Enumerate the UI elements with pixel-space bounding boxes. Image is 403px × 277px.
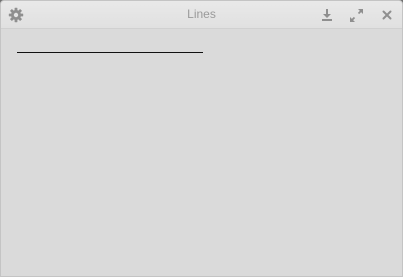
close-button[interactable] bbox=[378, 6, 396, 24]
lines-window: Lines bbox=[0, 0, 403, 277]
line bbox=[17, 52, 203, 53]
expand-button[interactable] bbox=[347, 6, 365, 24]
canvas-area[interactable] bbox=[1, 29, 402, 276]
gear-icon bbox=[8, 7, 24, 23]
close-icon bbox=[381, 9, 393, 21]
window-title: Lines bbox=[187, 7, 216, 21]
expand-icon bbox=[349, 8, 364, 23]
download-button[interactable] bbox=[318, 6, 336, 24]
title-bar[interactable]: Lines bbox=[1, 1, 402, 29]
settings-button[interactable] bbox=[7, 6, 25, 24]
download-icon bbox=[320, 8, 334, 22]
